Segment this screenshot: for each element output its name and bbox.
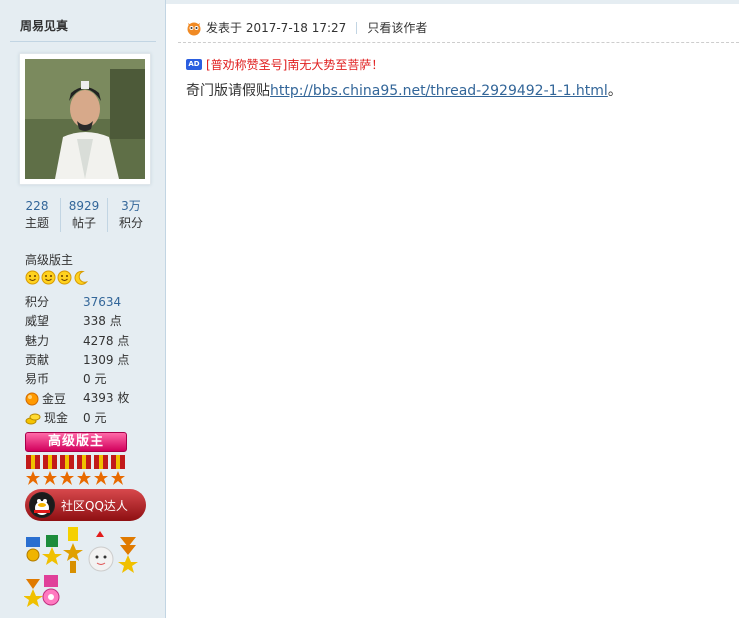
stat-posts-count[interactable]: 8929 xyxy=(61,198,107,214)
stat-posts-label: 帖子 xyxy=(71,216,96,230)
stat-topics-count[interactable]: 228 xyxy=(14,198,60,214)
ribbon-medals xyxy=(25,455,126,487)
post-body-text: 奇门版请假贴 xyxy=(186,83,270,99)
ribbon-medal-icon xyxy=(94,455,108,485)
divider xyxy=(10,41,156,42)
info-row-prestige: 威望 338 点 xyxy=(25,312,155,331)
ribbon-medal-icon xyxy=(60,455,74,485)
stat-credits-count[interactable]: 3万 xyxy=(108,198,154,214)
ribbon-medal-icon xyxy=(43,455,57,485)
info-row-charm: 魅力 4278 点 xyxy=(25,332,155,351)
medal-icon[interactable] xyxy=(23,579,43,607)
info-value: 0 元 xyxy=(83,410,107,425)
info-value: 338 点 xyxy=(83,314,122,329)
stat-credits-label: 积分 xyxy=(118,216,143,230)
info-row-gold-beans: 金豆 4393 枚 xyxy=(25,389,155,408)
info-row-credits: 积分 37634 xyxy=(25,293,155,312)
only-author-link[interactable]: 只看该作者 xyxy=(367,19,427,36)
info-label: 金豆 xyxy=(42,391,67,406)
post-meta: 发表于 2017-7-18 17:27 只看该作者 xyxy=(186,19,427,36)
author-name[interactable]: 周易见真 xyxy=(20,17,68,34)
header-strip xyxy=(166,0,739,4)
info-label: 魅力 xyxy=(25,333,50,348)
post-date: 发表于 2017-7-18 17:27 xyxy=(206,21,347,35)
divider xyxy=(356,21,358,34)
ribbon-medal-icon xyxy=(26,455,40,485)
info-row-cash: 现金 0 元 xyxy=(25,409,155,428)
smiley-icon xyxy=(25,270,40,285)
info-label: 易币 xyxy=(25,372,50,387)
stat-topics-label: 主题 xyxy=(24,216,49,230)
gold-bean-icon xyxy=(25,392,39,406)
cash-coins-icon xyxy=(25,413,41,425)
avatar[interactable] xyxy=(25,59,145,179)
author-sidebar: 周易见真 228 主题 8929 帖子 3万 积分 高级版主 积分 37634 … xyxy=(0,0,166,618)
info-value: 1309 点 xyxy=(83,352,130,367)
smiley-icon xyxy=(41,270,56,285)
smiley-icon xyxy=(57,270,72,285)
info-row-coins: 易币 0 元 xyxy=(25,370,155,389)
medal-collection xyxy=(23,527,144,618)
owl-icon xyxy=(187,22,201,35)
info-value: 0 元 xyxy=(83,372,107,387)
rank-stars xyxy=(25,270,88,285)
info-label: 贡献 xyxy=(25,353,50,368)
info-label: 现金 xyxy=(44,410,69,425)
qq-badge-label: 社区QQ达人 xyxy=(61,498,128,513)
user-profile-info: 积分 37634 威望 338 点 魅力 4278 点 贡献 1309 点 易币… xyxy=(25,293,155,428)
medal-icon[interactable] xyxy=(118,537,138,573)
ribbon-medal-icon xyxy=(77,455,91,485)
info-value: 4278 点 xyxy=(83,333,130,348)
info-label: 积分 xyxy=(25,295,50,310)
avatar-frame[interactable] xyxy=(19,53,151,185)
stat-topics[interactable]: 228 主题 xyxy=(14,198,61,232)
stat-posts[interactable]: 8929 帖子 xyxy=(61,198,108,232)
medal-icon[interactable] xyxy=(63,527,83,573)
medal-icon[interactable] xyxy=(42,535,62,565)
qq-expert-badge[interactable]: 社区QQ达人 xyxy=(25,489,146,521)
ad-tag: AD xyxy=(186,59,202,70)
stat-credits[interactable]: 3万 积分 xyxy=(108,198,154,232)
info-value[interactable]: 37634 xyxy=(83,293,121,312)
rank-badge: 高级版主 xyxy=(25,432,127,452)
qq-penguin-icon xyxy=(29,492,55,518)
info-row-contribution: 贡献 1309 点 xyxy=(25,351,155,370)
user-stats: 228 主题 8929 帖子 3万 积分 xyxy=(14,198,154,232)
info-label: 威望 xyxy=(25,314,50,329)
user-rank: 高级版主 xyxy=(25,253,74,267)
moon-icon xyxy=(74,270,88,285)
post-divider xyxy=(178,42,739,43)
medal-icon[interactable] xyxy=(26,537,40,562)
ad-text[interactable]: [普劝称赞圣号]南无大势至菩萨！ xyxy=(206,56,383,73)
post-body-suffix: 。 xyxy=(607,83,622,99)
ribbon-medal-icon xyxy=(111,455,125,485)
thread-link[interactable]: http://bbs.china95.net/thread-2929492-1-… xyxy=(270,83,608,99)
medal-icon[interactable] xyxy=(88,531,114,572)
post-content: 奇门版请假贴http://bbs.china95.net/thread-2929… xyxy=(186,80,622,100)
ad-banner[interactable]: AD [普劝称赞圣号]南无大势至菩萨！ xyxy=(186,56,383,73)
info-value: 4393 枚 xyxy=(83,391,130,406)
medal-icon[interactable] xyxy=(42,575,60,606)
